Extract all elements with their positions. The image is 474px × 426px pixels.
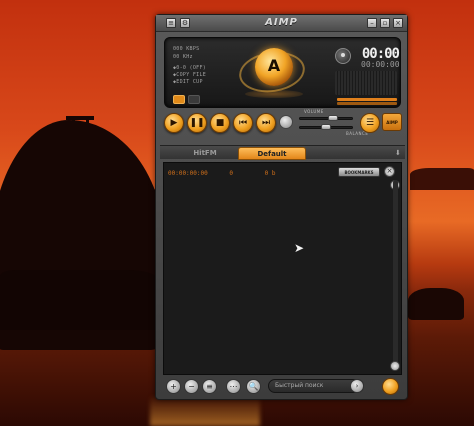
scroll-down-icon[interactable] xyxy=(390,361,400,371)
close-icon[interactable]: × xyxy=(384,166,395,177)
playlist-mode-button[interactable] xyxy=(382,378,399,395)
next-button[interactable]: ⏭ xyxy=(256,113,276,133)
volume-label: VOLUME xyxy=(304,109,324,114)
visualization-icon[interactable] xyxy=(173,95,185,104)
playlist-menu-button[interactable]: ☰ xyxy=(360,113,380,133)
playlist-toolbar: + − ≡ ⋯ 🔍 Быстрый поиск › xyxy=(160,377,405,397)
transport-controls: ▶ ❚❚ ■ ⏮ ⏭ VOLUME BALANCE ☰ AIMP xyxy=(164,109,402,141)
bitrate-text: 000 KBPS xyxy=(173,46,200,52)
repeat-icon[interactable] xyxy=(188,95,200,104)
playlist-duration: 00:00:00:00 xyxy=(168,170,208,177)
edit-cue-text[interactable]: ◆EDIT CUP xyxy=(173,79,203,85)
stop-button[interactable]: ■ xyxy=(210,113,230,133)
total-time-display: 00:00:00 xyxy=(361,60,400,69)
copy-file-text[interactable]: ◆COPY FILE xyxy=(173,72,206,78)
aimp-logo-letter: A xyxy=(267,56,281,75)
small-rock-silhouette xyxy=(408,288,464,320)
tabs-dropdown-icon[interactable]: ⬇ xyxy=(395,147,401,159)
bookmarks-button[interactable]: BOOKMARKS xyxy=(338,167,380,177)
remove-files-button[interactable]: − xyxy=(184,379,199,394)
level-meter-left xyxy=(337,98,397,101)
tab-hitfm[interactable]: HitFM xyxy=(170,147,240,160)
sort-button[interactable]: ≡ xyxy=(202,379,217,394)
add-files-button[interactable]: + xyxy=(166,379,181,394)
level-meter-right xyxy=(337,102,397,105)
torii-gate-top xyxy=(66,116,94,120)
playlist-track-count: 0 xyxy=(229,170,233,177)
aimp-menu-button[interactable]: AIMP xyxy=(382,113,402,131)
rock-base xyxy=(0,270,160,330)
restore-button[interactable]: ▫ xyxy=(380,18,390,28)
titlebar[interactable]: ≡ ⚙ AIMP – ▫ × xyxy=(156,15,407,32)
torii-gate-leg xyxy=(86,118,89,140)
volume-slider-thumb[interactable] xyxy=(327,115,338,121)
previous-button[interactable]: ⏮ xyxy=(233,113,253,133)
search-go-icon[interactable]: › xyxy=(350,379,364,393)
knob-indicator xyxy=(341,53,345,57)
playlist-tabs: HitFM Default ⬇ xyxy=(160,145,405,160)
volume-slider[interactable] xyxy=(299,117,353,120)
pause-button[interactable]: ❚❚ xyxy=(187,113,207,133)
open-file-icon[interactable] xyxy=(279,115,293,129)
playlist-size: 0 b xyxy=(264,170,276,177)
playlist-scrollbar[interactable] xyxy=(393,180,398,370)
minimize-button[interactable]: – xyxy=(367,18,377,28)
misc-button[interactable]: ⋯ xyxy=(226,379,241,394)
spectrum-analyzer xyxy=(335,71,397,95)
playlist-panel[interactable]: 00:00:00:00 0 0 b BOOKMARKS × ➤ xyxy=(163,162,402,375)
samplerate-text: 00 KHz xyxy=(173,54,193,60)
balance-slider-thumb[interactable] xyxy=(321,124,331,130)
search-icon[interactable]: 🔍 xyxy=(246,379,261,394)
close-button[interactable]: × xyxy=(393,18,403,28)
distant-land xyxy=(410,168,474,190)
mouse-cursor-icon: ➤ xyxy=(294,241,305,255)
play-button[interactable]: ▶ xyxy=(164,113,184,133)
aimp-player-window: ≡ ⚙ AIMP – ▫ × 000 KBPS 00 KHz ◆0-0 (OFF… xyxy=(155,14,408,400)
tab-default[interactable]: Default xyxy=(238,147,306,160)
playlist-summary: 00:00:00:00 0 0 b xyxy=(168,170,275,178)
torii-gate-leg xyxy=(72,118,75,140)
eq-status-text[interactable]: ◆0-0 (OFF) xyxy=(173,65,206,71)
player-display: 000 KBPS 00 KHz ◆0-0 (OFF) ◆COPY FILE ◆E… xyxy=(164,37,401,108)
